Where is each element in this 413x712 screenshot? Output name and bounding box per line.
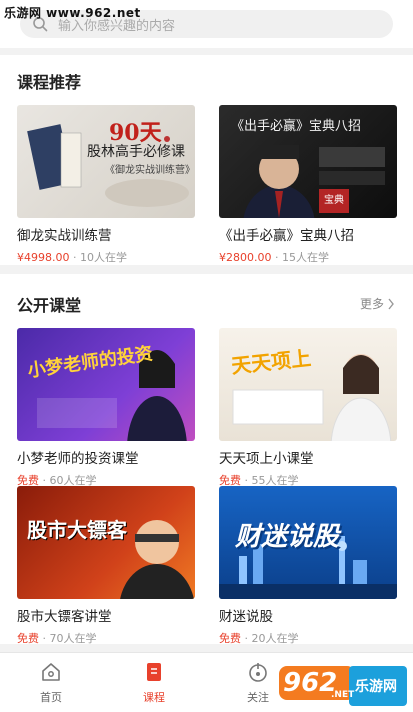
more-link[interactable]: 更多 [360,295,395,312]
course-price: ¥4998.00 [17,251,70,264]
course-thumbnail: 小梦老师的投资 [17,328,195,441]
course-thumbnail: 天天项上 [219,328,397,441]
course-thumbnail: 财迷说股 [219,486,397,599]
course-card[interactable]: 90天 股林高手必修课 《御龙实战训练营》 御龙实战训练营 ¥4998.00 ·… [17,105,195,265]
chevron-right-icon [387,298,395,310]
course-card[interactable]: 《出手必赢》宝典八招 宝典 《出手必赢》宝典八招 ¥2800.00 · 15人在… [219,105,397,265]
recommend-title: 课程推荐 [17,73,82,92]
follow-icon [247,661,269,683]
course-card[interactable]: 天天项上 天天项上小课堂 免费 · 55人在学 [219,328,397,488]
course-title: 股市大镖客讲堂 [17,609,112,625]
thumb-line1: 股林高手必修课 [87,144,185,160]
course-price: ¥2800.00 [219,251,272,264]
course-thumbnail: 《出手必赢》宝典八招 宝典 [219,105,397,218]
course-card[interactable]: 财迷说股 财迷说股 免费 · 20人在学 [219,486,397,646]
thumb-heading: 股市大镖客 [27,518,127,542]
watermark-number: 962 [283,668,338,698]
course-meta: ¥4998.00 · 10人在学 [17,249,195,265]
course-students: · 10人在学 [73,251,127,264]
course-title: 财迷说股 [219,609,273,625]
course-students: · 70人在学 [42,632,97,645]
recommend-section: 课程推荐 90天 股林高手必修课 《御龙实战训练营》 御龙实战训练营 ¥4998… [0,55,413,265]
thumb-heading: 《出手必赢》宝典八招 [231,119,362,134]
course-title: 《出手必赢》宝典八招 [219,228,354,244]
tab-label: 课程 [143,691,165,704]
course-title: 天天项上小课堂 [219,451,314,467]
home-icon [40,661,62,683]
course-price: 免费 [17,632,39,645]
app-screen: 输入你感兴趣的内容 乐游网 www.962.net 课程推荐 90天 股林高手必… [0,0,413,712]
watermark-logo: 962 .NET 乐游网 [279,664,409,708]
course-title: 小梦老师的投资课堂 [17,451,139,467]
watermark-top: 乐游网 www.962.net [4,6,141,20]
course-meta: ¥2800.00 · 15人在学 [219,249,397,265]
thumb-badge: 宝典 [319,189,349,213]
course-thumbnail: 90天 股林高手必修课 《御龙实战训练营》 [17,105,195,218]
course-students: · 20人在学 [244,632,299,645]
watermark-suffix: .NET [331,690,355,700]
watermark-name: 乐游网 [355,679,397,695]
thumb-line2: 《御龙实战训练营》 [105,165,195,176]
course-students: · 15人在学 [275,251,329,264]
tab-course[interactable]: 课程 [124,661,184,705]
course-price: 免费 [219,632,241,645]
tab-home[interactable]: 首页 [21,661,81,705]
thumb-heading: 财迷说股 [235,522,340,552]
course-title: 御龙实战训练营 [17,228,112,244]
course-card[interactable]: 股市大镖客 股市大镖客讲堂 免费 · 70人在学 [17,486,195,646]
public-title: 公开课堂 [17,296,82,315]
tab-label: 首页 [40,691,62,704]
search-header: 输入你感兴趣的内容 乐游网 www.962.net [0,0,413,48]
more-label: 更多 [359,297,384,311]
course-icon [143,661,165,683]
course-thumbnail: 股市大镖客 [17,486,195,599]
course-meta: 免费 · 20人在学 [219,630,397,646]
course-card[interactable]: 小梦老师的投资 小梦老师的投资课堂 免费 · 60人在学 [17,328,195,488]
course-meta: 免费 · 70人在学 [17,630,195,646]
public-section: 公开课堂 更多 小梦老师的投资 小梦老师的投资课堂 免费 · 60人在学 天天项… [0,274,413,646]
